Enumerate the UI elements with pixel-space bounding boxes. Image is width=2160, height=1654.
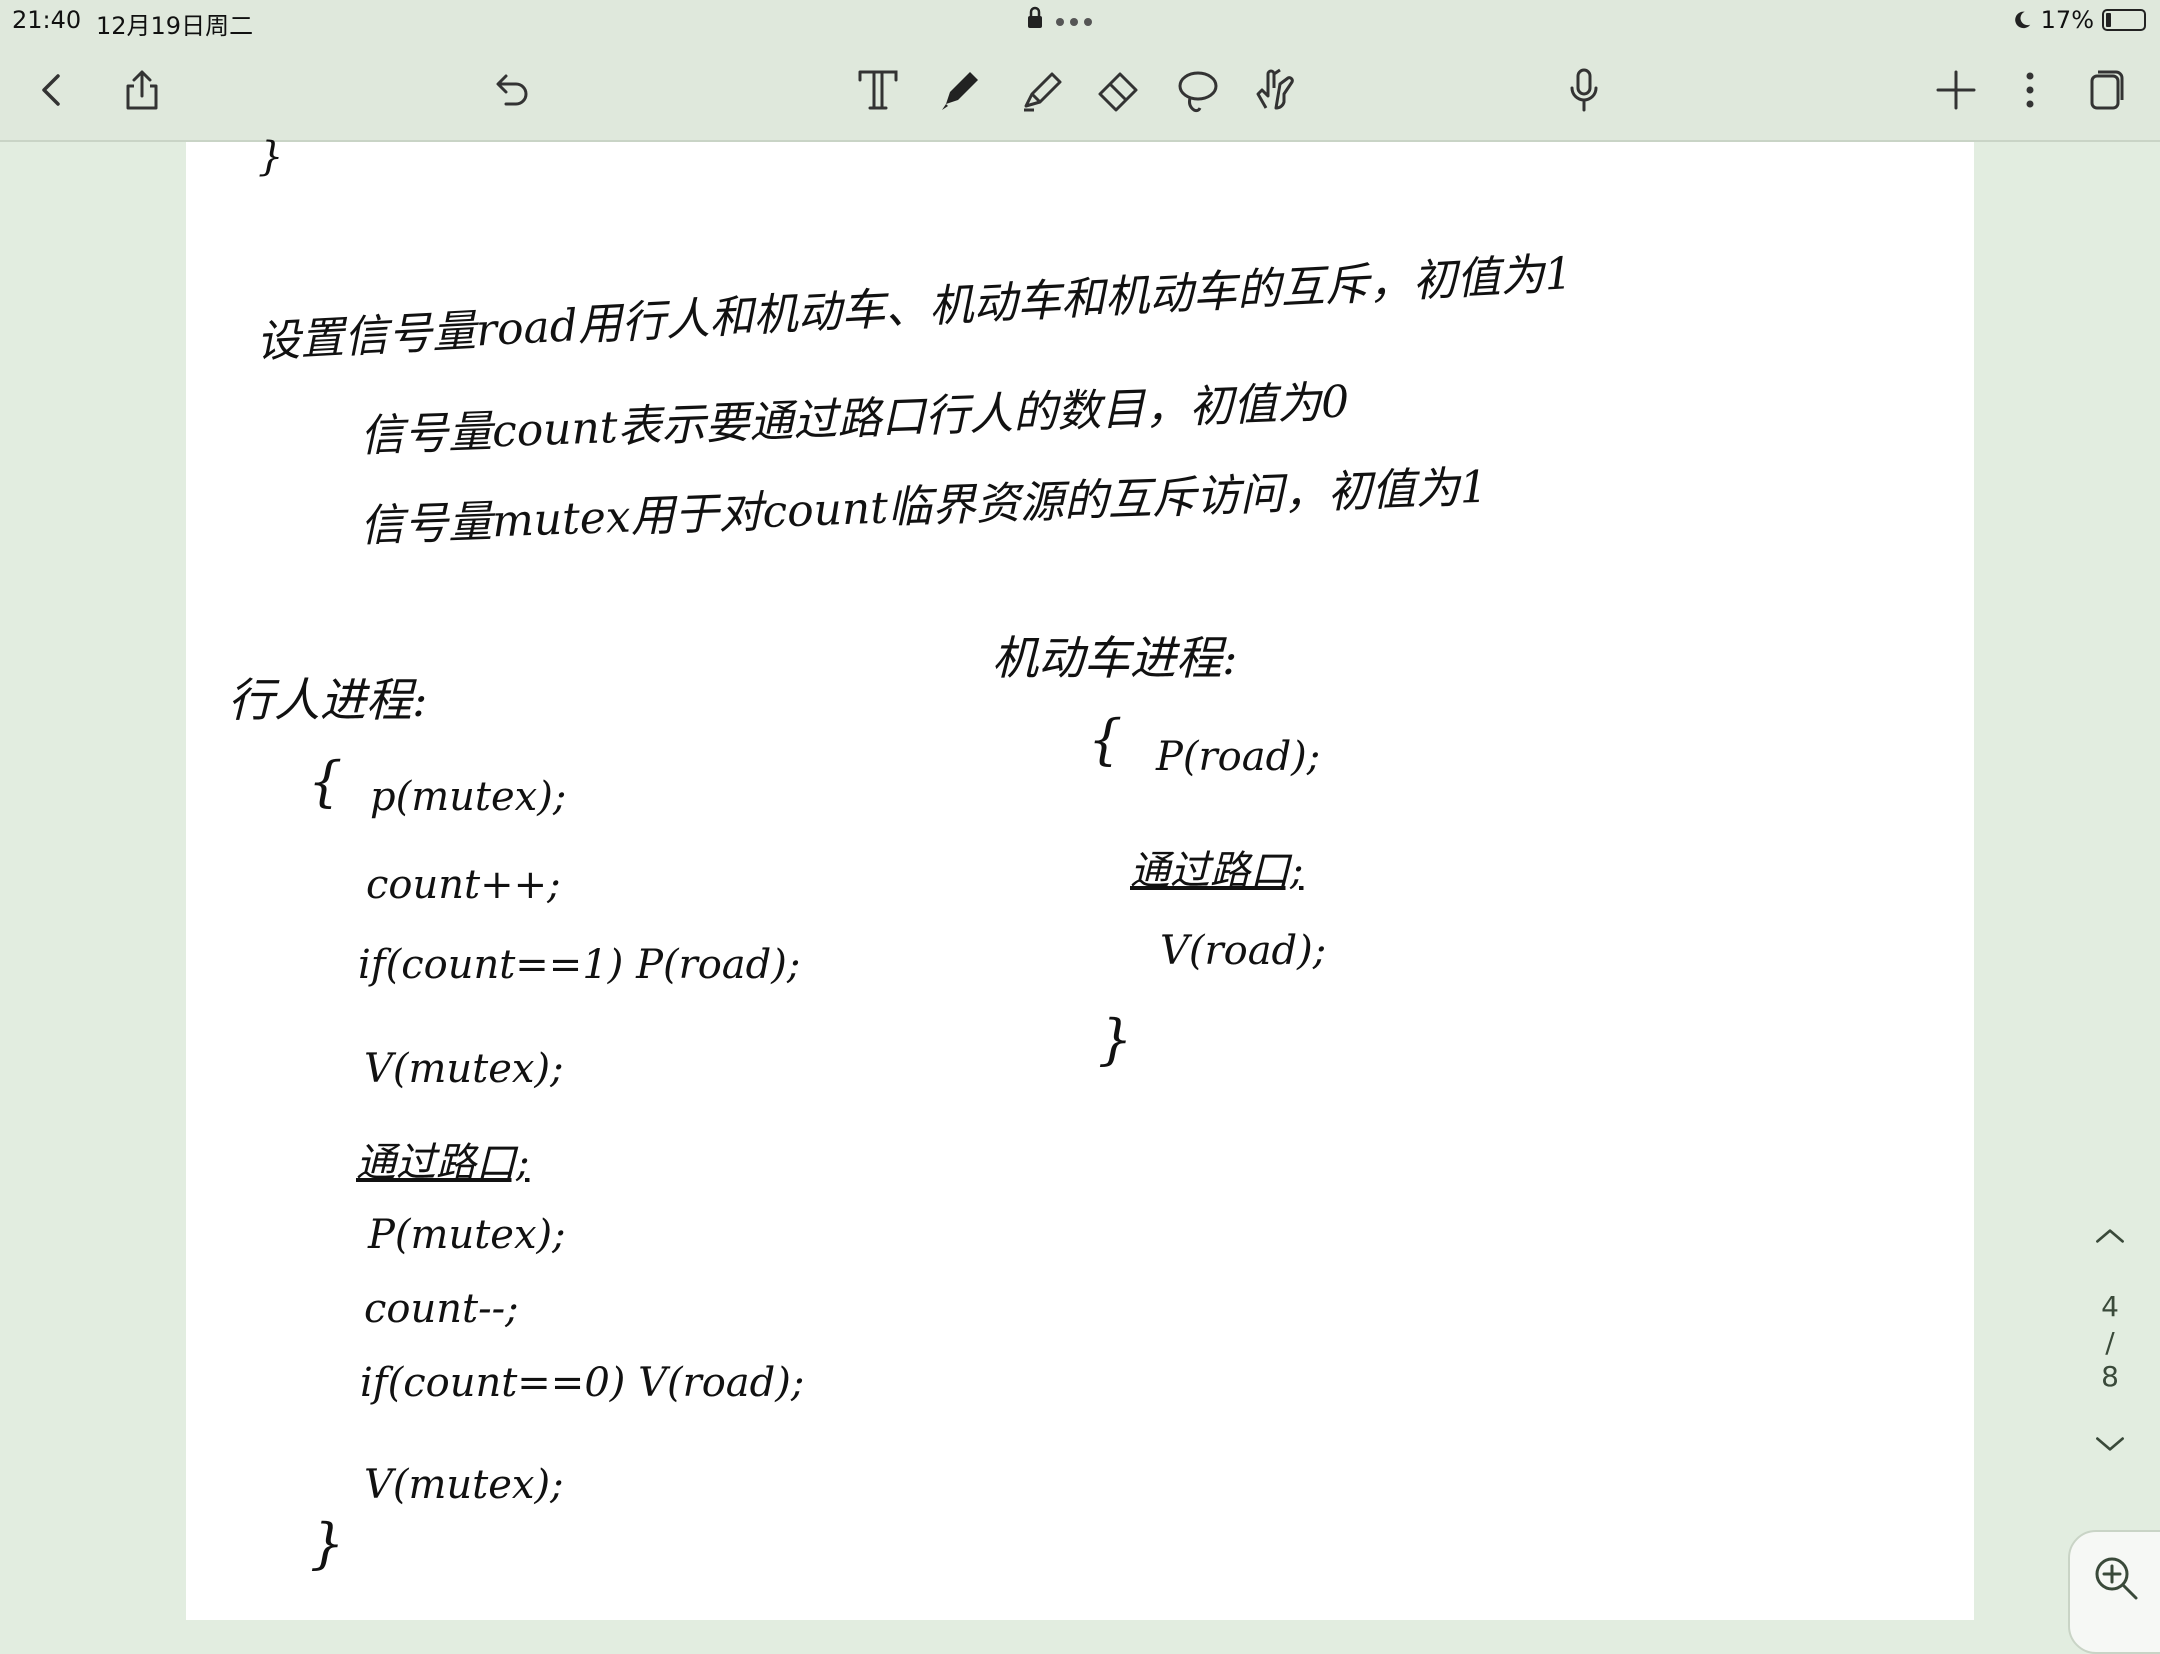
eraser-tool-button[interactable]: [1090, 62, 1146, 118]
lock-icon: [1028, 6, 1092, 28]
hand-tool-button[interactable]: [1246, 62, 1302, 118]
pedestrian-close-brace: }: [310, 1512, 345, 1575]
definition-count: 信号量count表示要通过路口行人的数目，初值为0: [359, 376, 1350, 462]
canvas-margin-right: [1974, 142, 2160, 1620]
stray-brace: }: [258, 134, 284, 180]
vehicle-title: 机动车进程:: [992, 631, 1238, 685]
vehicle-line: 通过路口;: [1130, 848, 1304, 894]
undo-button[interactable]: [482, 62, 538, 118]
hand-icon: [1256, 68, 1294, 110]
chevron-down-icon: [2096, 1437, 2124, 1451]
page-current: 4: [2101, 1290, 2119, 1323]
page-total: 8: [2101, 1360, 2119, 1393]
pedestrian-line: 通过路口;: [356, 1140, 530, 1186]
eraser-icon: [1098, 72, 1138, 112]
microphone-icon: [1570, 68, 1598, 112]
note-page[interactable]: } 设置信号量road用行人和机动车、机动车和机动车的互斥，初值为1 信号量co…: [186, 134, 1974, 1620]
share-button[interactable]: [114, 62, 170, 118]
vehicle-open-brace: {: [1088, 708, 1123, 771]
lasso-tool-button[interactable]: [1170, 62, 1226, 118]
text-tool-button[interactable]: [850, 62, 906, 118]
pen-icon: [942, 72, 978, 110]
add-button[interactable]: [1928, 62, 1984, 118]
back-button[interactable]: [24, 62, 80, 118]
status-date: 12月19日周二: [96, 12, 254, 40]
definition-road: 设置信号量road用行人和机动车、机动车和机动车的互斥，初值为1: [254, 248, 1574, 368]
status-bar: 21:40 12月19日周二 17%: [0, 0, 2160, 40]
more-button[interactable]: [2002, 62, 2058, 118]
zoom-button[interactable]: [2068, 1530, 2160, 1654]
pedestrian-title: 行人进程:: [228, 673, 428, 727]
pen-tool-button[interactable]: [932, 62, 988, 118]
chevron-left-icon: [42, 74, 60, 106]
text-tool-icon: [858, 70, 898, 110]
pedestrian-line: if(count==0) V(road);: [360, 1360, 805, 1406]
pedestrian-line: V(mutex);: [364, 1046, 564, 1092]
canvas-margin-left: [0, 142, 186, 1620]
chevron-up-icon: [2096, 1229, 2124, 1243]
pedestrian-line: p(mutex);: [370, 774, 567, 820]
share-icon: [126, 70, 158, 110]
moon-icon: [2014, 11, 2030, 29]
pedestrian-line: count++;: [366, 862, 561, 908]
battery-icon: [2102, 9, 2146, 31]
status-time: 21:40: [12, 6, 82, 34]
undo-icon: [496, 74, 528, 106]
vehicle-line: V(road);: [1160, 928, 1327, 974]
vehicle-close-brace: }: [1098, 1008, 1133, 1071]
more-vertical-icon: [2026, 72, 2034, 108]
pedestrian-line: V(mutex);: [364, 1462, 564, 1508]
pedestrian-line: P(mutex);: [368, 1212, 566, 1258]
pedestrian-open-brace: {: [308, 750, 343, 813]
pedestrian-line: count--;: [364, 1286, 519, 1332]
pages-icon: [2090, 70, 2124, 110]
battery-percentage: 17%: [2040, 6, 2094, 34]
microphone-button[interactable]: [1556, 62, 1612, 118]
page-separator: /: [2105, 1326, 2115, 1359]
highlighter-tool-button[interactable]: [1014, 62, 1070, 118]
definition-mutex: 信号量mutex用于对count临界资源的互斥访问，初值为1: [359, 461, 1489, 552]
multitasking-indicator[interactable]: [1024, 2, 1104, 38]
zoom-in-icon: [2095, 1557, 2138, 1600]
pages-button[interactable]: [2078, 62, 2134, 118]
next-page-button[interactable]: [2080, 1430, 2140, 1463]
lasso-icon: [1178, 71, 1218, 113]
highlighter-icon: [1024, 72, 1062, 112]
pedestrian-line: if(count==1) P(road);: [358, 942, 801, 988]
toolbar: [0, 40, 2160, 142]
previous-page-button[interactable]: [2080, 1222, 2140, 1255]
plus-icon: [1936, 70, 1976, 110]
vehicle-line: P(road);: [1156, 734, 1321, 780]
